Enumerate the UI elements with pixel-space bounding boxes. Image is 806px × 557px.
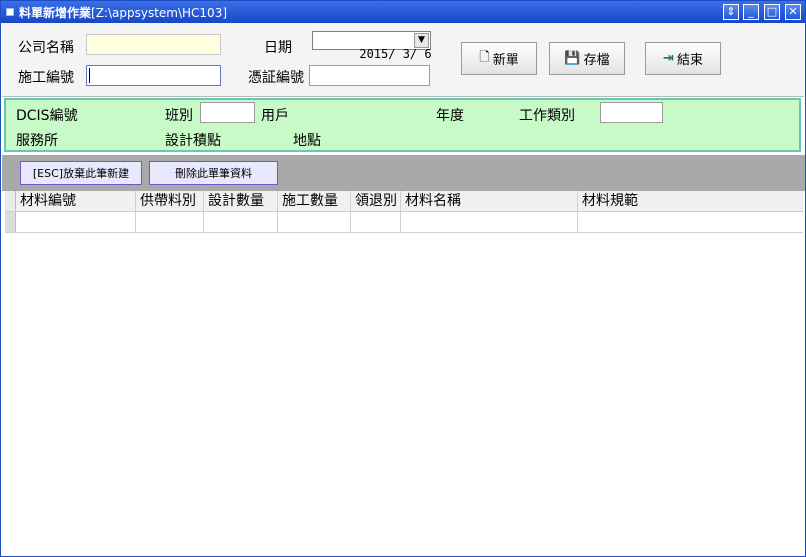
header-row-selector [5, 191, 16, 211]
cell-work-qty[interactable] [278, 212, 351, 232]
new-button[interactable]: 🗋 新單 [461, 42, 537, 75]
location-label: 地點 [293, 133, 321, 149]
date-picker[interactable]: 2015/ 3/ 6 ▼ [312, 31, 432, 61]
work-no-field[interactable] [86, 65, 221, 86]
year-label: 年度 [436, 108, 464, 124]
info-panel: DCIS編號 班別 用戶 年度 工作類別 服務所 設計積點 地點 [4, 98, 801, 152]
col-header-work-qty[interactable]: 施工數量 [278, 191, 351, 211]
col-header-design-qty[interactable]: 設計數量 [204, 191, 278, 211]
col-header-material-no[interactable]: 材料編號 [16, 191, 136, 211]
resize-button[interactable]: ⇕ [723, 4, 739, 20]
action-bar: [ESC]放棄此筆新建 刪除此單筆資料 [2, 155, 805, 191]
col-header-issue-return[interactable]: 領退別 [351, 191, 401, 211]
cell-material-name[interactable] [401, 212, 578, 232]
abandon-button[interactable]: [ESC]放棄此筆新建 [20, 161, 142, 185]
window-title: 料單新增作業[Z:\appsystem\HC103] [19, 6, 228, 20]
dcis-label: DCIS編號 [16, 108, 78, 124]
shift-label: 班別 [165, 108, 193, 124]
company-name-field[interactable] [86, 34, 221, 55]
table-row[interactable] [5, 212, 803, 233]
office-label: 服務所 [16, 133, 58, 149]
col-header-supply-type[interactable]: 供帶料別 [136, 191, 204, 211]
col-header-material-name[interactable]: 材料名稱 [401, 191, 578, 211]
maximize-button[interactable]: □ [764, 4, 780, 20]
dropdown-arrow-icon[interactable]: ▼ [414, 33, 429, 48]
cell-issue-return[interactable] [351, 212, 401, 232]
company-name-label: 公司名稱 [18, 40, 74, 56]
title-bar: 料單新增作業[Z:\appsystem\HC103] ⇕ _ □ ✕ [1, 1, 805, 23]
save-button[interactable]: 💾 存檔 [549, 42, 625, 75]
save-button-label: 存檔 [583, 53, 610, 68]
customer-label: 用戶 [261, 108, 289, 124]
voucher-no-label: 憑証編號 [248, 70, 304, 86]
work-no-label: 施工編號 [18, 70, 74, 86]
end-button[interactable]: ⇥ 結束 [645, 42, 721, 75]
row-selector[interactable] [5, 212, 16, 232]
floppy-disk-icon: 💾 [564, 51, 581, 66]
end-button-label: 結束 [676, 53, 703, 68]
materials-grid: 材料編號 供帶料別 設計數量 施工數量 領退別 材料名稱 材料規範 [5, 191, 803, 233]
header-form: 公司名稱 日期 2015/ 3/ 6 ▼ 施工編號 憑証編號 🗋 新單 💾 存檔 ⇥… [2, 23, 804, 97]
col-header-material-spec[interactable]: 材料規範 [578, 191, 803, 211]
shift-field[interactable] [200, 102, 255, 123]
work-type-field[interactable] [600, 102, 663, 123]
close-button[interactable]: ✕ [785, 4, 801, 20]
grid-header: 材料編號 供帶料別 設計數量 施工數量 領退別 材料名稱 材料規範 [5, 191, 803, 212]
delete-row-button[interactable]: 刪除此單筆資料 [149, 161, 278, 185]
new-button-label: 新單 [492, 53, 519, 68]
new-document-icon: 🗋 [479, 49, 490, 65]
exit-door-icon: ⇥ [663, 51, 674, 66]
work-type-label: 工作類別 [519, 108, 575, 124]
cell-supply-type[interactable] [136, 212, 204, 232]
voucher-no-field[interactable] [309, 65, 430, 86]
date-value: 2015/ 3/ 6 [359, 47, 432, 61]
cell-material-no[interactable] [16, 212, 136, 232]
main-window: 料單新增作業[Z:\appsystem\HC103] ⇕ _ □ ✕ 公司名稱 … [0, 0, 806, 557]
cell-material-spec[interactable] [578, 212, 803, 232]
cell-design-qty[interactable] [204, 212, 278, 232]
text-caret [89, 68, 90, 83]
design-points-label: 設計積點 [165, 133, 221, 149]
date-label: 日期 [264, 40, 292, 56]
window-menu-icon[interactable] [6, 8, 14, 16]
minimize-button[interactable]: _ [743, 4, 759, 20]
